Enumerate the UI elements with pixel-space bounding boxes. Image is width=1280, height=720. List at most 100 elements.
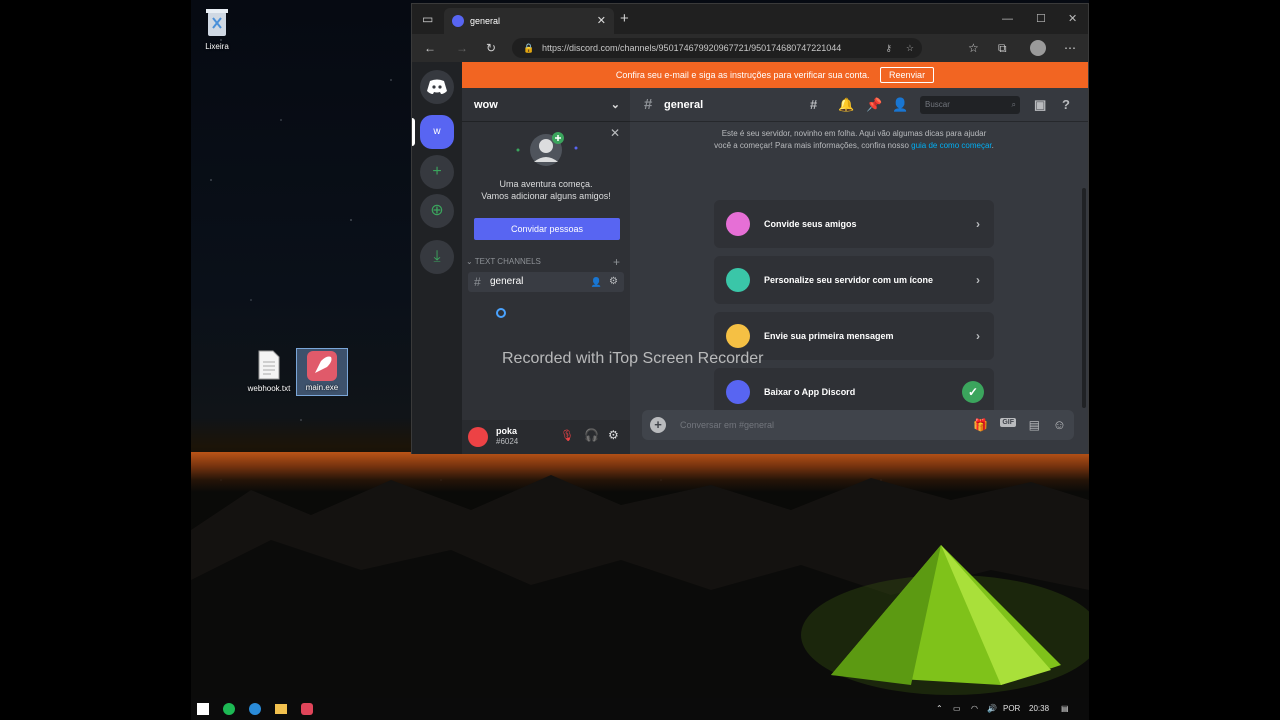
selected-server-pill (412, 118, 415, 146)
address-bar[interactable]: 🔒 https://discord.com/channels/950174679… (512, 38, 922, 58)
refresh-icon[interactable]: ↻ (486, 34, 496, 62)
download-icon[interactable]: ⤓ (420, 240, 454, 274)
tab-general[interactable]: general ✕ (444, 8, 614, 34)
welcome-text: Este é seu servidor, novinho em folha. A… (714, 129, 994, 150)
search-input[interactable]: Buscar ⌕ (920, 96, 1020, 114)
main-exe-icon[interactable]: main.exe (296, 348, 348, 396)
invite-people-button[interactable]: Convidar pessoas (474, 218, 620, 240)
key-icon[interactable]: ⚷ (885, 38, 892, 58)
friends-illustration-icon (516, 132, 578, 166)
microphone-muted-icon[interactable]: 🎙 (560, 429, 574, 442)
channel-item-general[interactable]: # general 👤 ⚙ (468, 272, 624, 292)
chevron-right-icon: › (976, 273, 980, 287)
notifications-icon[interactable]: ▤ (1061, 698, 1069, 720)
help-icon[interactable]: ? (1062, 88, 1070, 122)
loading-cursor-icon (496, 308, 506, 318)
back-icon[interactable]: ← (424, 34, 436, 62)
message-composer[interactable]: + Conversar em #general 🎁 GIF ▤ ☺ (642, 410, 1074, 440)
server-wow-icon[interactable]: w (420, 115, 454, 149)
avatar[interactable] (468, 427, 488, 447)
screen-recorder-icon[interactable] (301, 703, 313, 715)
edge-icon[interactable] (249, 703, 261, 715)
threads-icon[interactable]: # (810, 88, 817, 122)
explore-icon[interactable]: ⊕ (420, 194, 454, 228)
trash-icon (206, 9, 228, 36)
emoji-icon[interactable]: ☺ (1053, 410, 1066, 440)
close-tab-icon[interactable]: ✕ (597, 8, 606, 34)
recycle-bin-icon[interactable]: Lixeira (191, 6, 243, 51)
clock[interactable]: 20:38 (1029, 698, 1049, 720)
category-label: TEXT CHANNELS (474, 257, 541, 266)
text-channels-category[interactable]: ⌄ TEXT CHANNELS + (462, 252, 630, 272)
add-server-icon[interactable]: + (420, 155, 454, 189)
invite-line-2: Vamos adicionar alguns amigos! (481, 191, 611, 201)
file-explorer-icon[interactable] (275, 704, 287, 714)
url-text: https://discord.com/channels/95017467992… (542, 43, 842, 53)
server-list: w + ⊕ ⤓ (412, 62, 462, 454)
server-header[interactable]: wow ⌄ (462, 88, 630, 122)
invite-friends-card[interactable]: Convide seus amigos › (714, 200, 994, 248)
collections-icon[interactable]: ⧉ (998, 34, 1007, 62)
discord-app: w + ⊕ ⤓ Confira seu e-mail e siga as ins… (412, 62, 1088, 454)
discord-home-icon[interactable] (420, 70, 454, 104)
browser-window: ▭ general ✕ + — ☐ ✕ ← → ↻ 🔒 https://disc… (411, 3, 1089, 454)
chat-main: # general # 🔔 📌 👤 Buscar ⌕ ▣ ? Este é se… (630, 88, 1088, 454)
resend-button[interactable]: Reenviar (880, 67, 935, 83)
gift-icon[interactable]: 🎁 (973, 410, 988, 440)
recycle-bin-label: Lixeira (205, 42, 229, 51)
customize-icon-card[interactable]: Personalize seu servidor com um ícone › (714, 256, 994, 304)
invite-user-icon[interactable]: 👤 (591, 272, 602, 292)
hashtag-icon: # (644, 96, 653, 113)
brush-icon (726, 268, 750, 292)
upload-plus-icon[interactable]: + (650, 417, 666, 433)
user-tag: #6024 (496, 437, 519, 446)
create-channel-icon[interactable]: + (613, 252, 620, 272)
chevron-right-icon: › (976, 329, 980, 343)
more-menu-icon[interactable]: ⋯ (1064, 34, 1076, 62)
scrollbar[interactable] (1082, 188, 1086, 408)
checkmark-icon: ✓ (962, 381, 984, 403)
main-exe-label: main.exe (305, 383, 339, 392)
add-favorite-icon[interactable]: ☆ (906, 38, 914, 58)
webhook-file-icon[interactable]: webhook.txt (243, 350, 295, 393)
taskbar: ⌃ ▭ ◠ 🔊 POR 20:38 ▤ (191, 698, 1089, 720)
forward-icon[interactable]: → (456, 34, 468, 62)
tab-actions-icon[interactable]: ▭ (422, 4, 433, 34)
minimize-icon[interactable]: — (1002, 4, 1013, 34)
chevron-down-icon: ⌄ (466, 257, 473, 266)
rocket-icon (307, 351, 337, 381)
wifi-icon[interactable]: ◠ (971, 698, 978, 720)
inbox-icon[interactable]: ▣ (1034, 88, 1046, 122)
battery-icon[interactable]: ▭ (953, 698, 961, 720)
profile-avatar[interactable] (1030, 40, 1046, 56)
sticker-icon[interactable]: ▤ (1029, 410, 1040, 440)
language-indicator[interactable]: POR (1003, 698, 1020, 720)
user-panel: poka #6024 🎙 🎧 ⚙ (462, 420, 630, 454)
notification-bell-icon[interactable]: 🔔 (838, 88, 854, 122)
user-settings-gear-icon[interactable]: ⚙ (608, 428, 619, 442)
favorites-icon[interactable]: ☆ (968, 34, 979, 62)
chevron-up-icon[interactable]: ⌃ (936, 698, 943, 720)
invite-card: ✕ Uma aventura começa. Vamos adicionar a… (462, 122, 630, 252)
channel-sidebar: wow ⌄ ✕ Uma aventura começa. Vamos adici… (462, 88, 630, 454)
windows-start-icon[interactable] (197, 703, 209, 715)
lock-icon: 🔒 (523, 43, 535, 53)
gear-icon[interactable]: ⚙ (609, 272, 618, 292)
search-icon: ⌕ (1011, 100, 1016, 109)
headphones-icon[interactable]: 🎧 (584, 428, 599, 442)
download-app-card[interactable]: Baixar o App Discord ✓ (714, 368, 994, 416)
webhook-file-label: webhook.txt (247, 384, 291, 393)
tab-title: general (470, 16, 501, 26)
maximize-icon[interactable]: ☐ (1036, 4, 1046, 34)
chevron-right-icon: › (976, 217, 980, 231)
pin-icon[interactable]: 📌 (866, 88, 882, 122)
member-list-icon[interactable]: 👤 (892, 88, 908, 122)
close-icon[interactable]: ✕ (610, 126, 620, 140)
getting-started-link[interactable]: guia de como começar (911, 141, 992, 150)
spotify-icon[interactable] (223, 703, 235, 715)
close-window-icon[interactable]: ✕ (1068, 4, 1077, 34)
gif-icon[interactable]: GIF (1000, 418, 1016, 427)
volume-icon[interactable]: 🔊 (987, 698, 997, 720)
new-tab-icon[interactable]: + (620, 4, 629, 34)
glowing-tent (801, 545, 1089, 695)
